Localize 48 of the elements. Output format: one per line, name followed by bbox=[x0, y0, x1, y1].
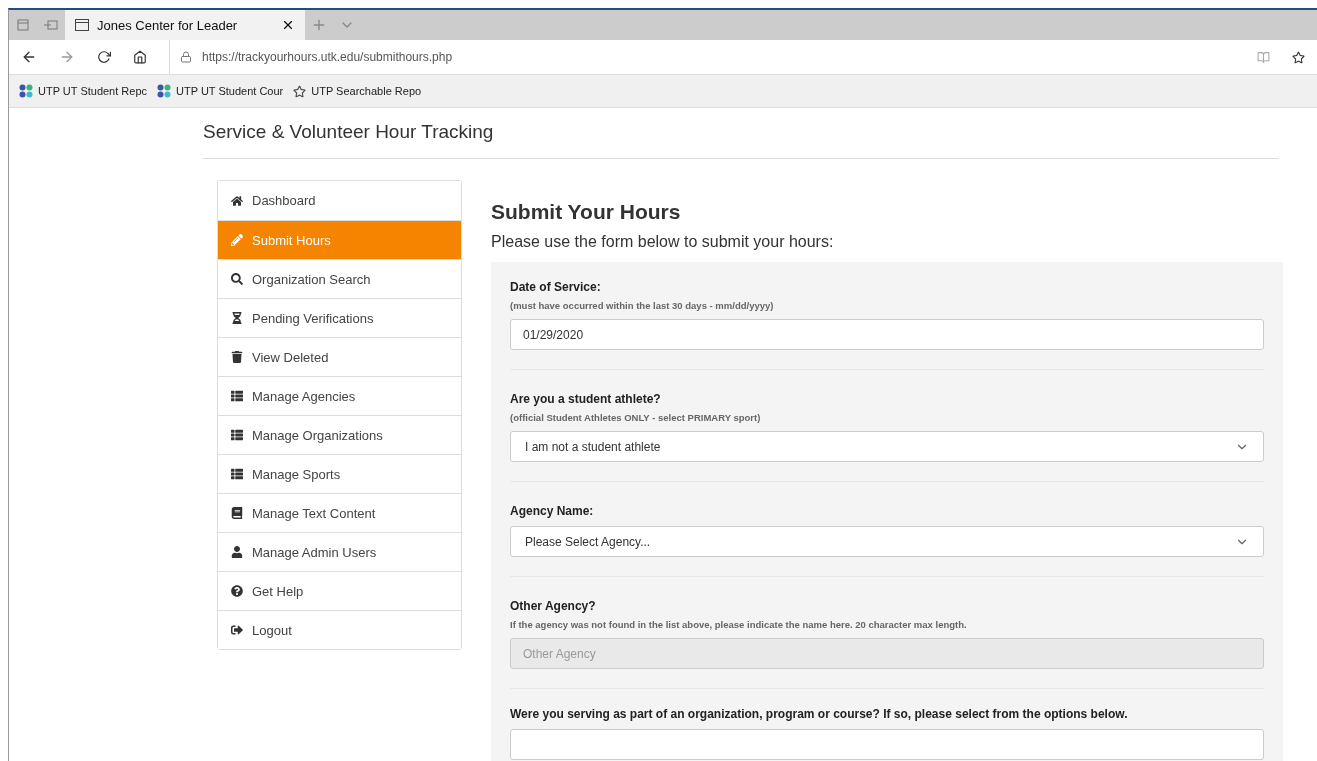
bookmark-link[interactable]: UTP UT Student Repc bbox=[38, 85, 148, 97]
text-field[interactable]: 01/29/2020 bbox=[510, 319, 1264, 350]
field-label: Date of Service: bbox=[510, 280, 602, 294]
page-icon bbox=[75, 19, 89, 31]
plus-icon[interactable] bbox=[311, 17, 327, 33]
field-label: Are you a student athlete? bbox=[510, 392, 662, 406]
hourglass-icon bbox=[231, 312, 243, 324]
page-heading: Submit Your Hours bbox=[491, 200, 682, 224]
select-field[interactable] bbox=[510, 729, 1264, 760]
tabs-icon[interactable] bbox=[17, 19, 29, 31]
select-field[interactable]: I am not a student athlete bbox=[510, 431, 1264, 462]
list-icon bbox=[231, 390, 243, 402]
sidebar-item[interactable]: Logout bbox=[218, 610, 461, 649]
close-icon[interactable] bbox=[281, 18, 295, 32]
page-subtitle: Please use the form below to submit your hours: bbox=[491, 233, 835, 251]
field-label: Were you serving as part of an organization, program or course? If so, please select from the options below. bbox=[510, 707, 1129, 721]
search-icon bbox=[231, 273, 243, 285]
select-field[interactable]: Please Select Agency... bbox=[510, 526, 1264, 557]
bookmark-link[interactable]: UTP Searchable Repo bbox=[311, 85, 422, 97]
apps-icon bbox=[19, 84, 33, 98]
logout-icon bbox=[231, 624, 243, 636]
back-icon[interactable] bbox=[21, 49, 37, 65]
site-title: Service & Volunteer Hour Tracking bbox=[203, 118, 1279, 159]
list-icon bbox=[231, 429, 243, 441]
tab-aside-icon[interactable] bbox=[44, 19, 58, 31]
help-icon bbox=[231, 585, 243, 597]
home-icon bbox=[231, 194, 243, 207]
bookmark-link[interactable]: UTP UT Student Cour bbox=[176, 85, 284, 97]
field-hint: If the agency was not found in the list above, please indicate the name here. 20 character max length. bbox=[510, 619, 968, 630]
home-icon[interactable] bbox=[133, 50, 147, 64]
apps-icon bbox=[157, 84, 172, 98]
book-icon[interactable] bbox=[1257, 50, 1270, 64]
star-icon[interactable] bbox=[1292, 50, 1305, 64]
browser-tab[interactable]: Jones Center for Leader bbox=[65, 10, 305, 40]
field-label: Agency Name: bbox=[510, 504, 595, 518]
star-icon bbox=[293, 84, 307, 98]
refresh-icon[interactable] bbox=[97, 50, 111, 64]
user-icon bbox=[231, 546, 243, 558]
forward-icon[interactable] bbox=[59, 49, 75, 65]
trash-icon bbox=[231, 351, 243, 363]
lock-icon bbox=[180, 51, 192, 63]
field-hint: (official Student Athletes ONLY - select PRIMARY sport) bbox=[510, 412, 762, 423]
field-label: Other Agency? bbox=[510, 599, 597, 613]
url-field[interactable]: https://trackyourhours.utk.edu/submithours.php bbox=[202, 50, 453, 64]
list-icon bbox=[231, 468, 243, 480]
book-icon bbox=[231, 507, 243, 519]
field-hint: (must have occurred within the last 30 days - mm/dd/yyyy) bbox=[510, 300, 775, 311]
pencil-icon bbox=[231, 234, 243, 246]
